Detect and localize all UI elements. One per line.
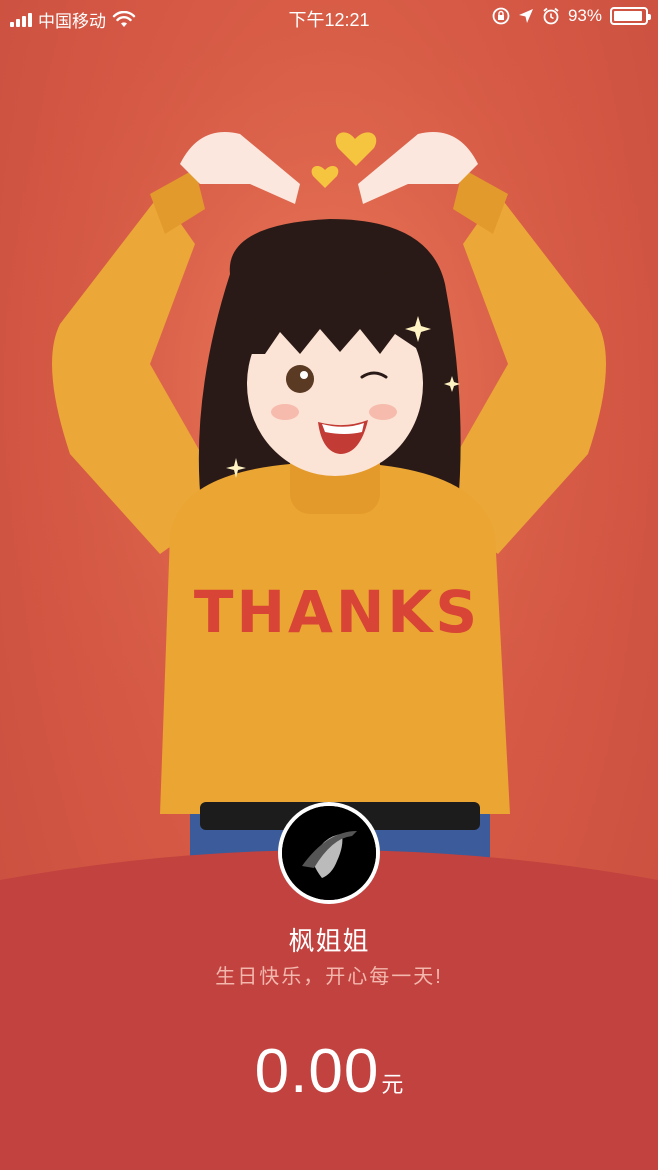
status-right: 93%	[492, 6, 651, 26]
avatar-image	[282, 806, 376, 900]
amount-row: 0.00元	[0, 1036, 658, 1107]
alarm-icon	[543, 7, 559, 25]
red-packet-screen: 中国移动 下午12:21 93% THANKS 枫姐姐 生日快乐，开心每一天! …	[0, 0, 658, 1170]
thanks-girl-illustration: THANKS	[0, 34, 658, 914]
currency-unit: 元	[381, 1072, 404, 1097]
status-bar: 中国移动 下午12:21 93%	[0, 0, 658, 34]
sender-avatar[interactable]	[278, 802, 380, 904]
rotation-lock-icon	[492, 7, 510, 25]
amount-value: 0.00	[254, 1037, 380, 1106]
location-icon	[518, 9, 533, 23]
sender-name: 枫姐姐	[288, 926, 370, 956]
battery-icon	[610, 7, 651, 25]
battery-percent: 93%	[567, 6, 602, 25]
silhouette-icon	[282, 806, 376, 900]
sweater-thanks-text: THANKS	[194, 578, 480, 646]
wish-message: 生日快乐，开心每一天!	[215, 966, 443, 988]
